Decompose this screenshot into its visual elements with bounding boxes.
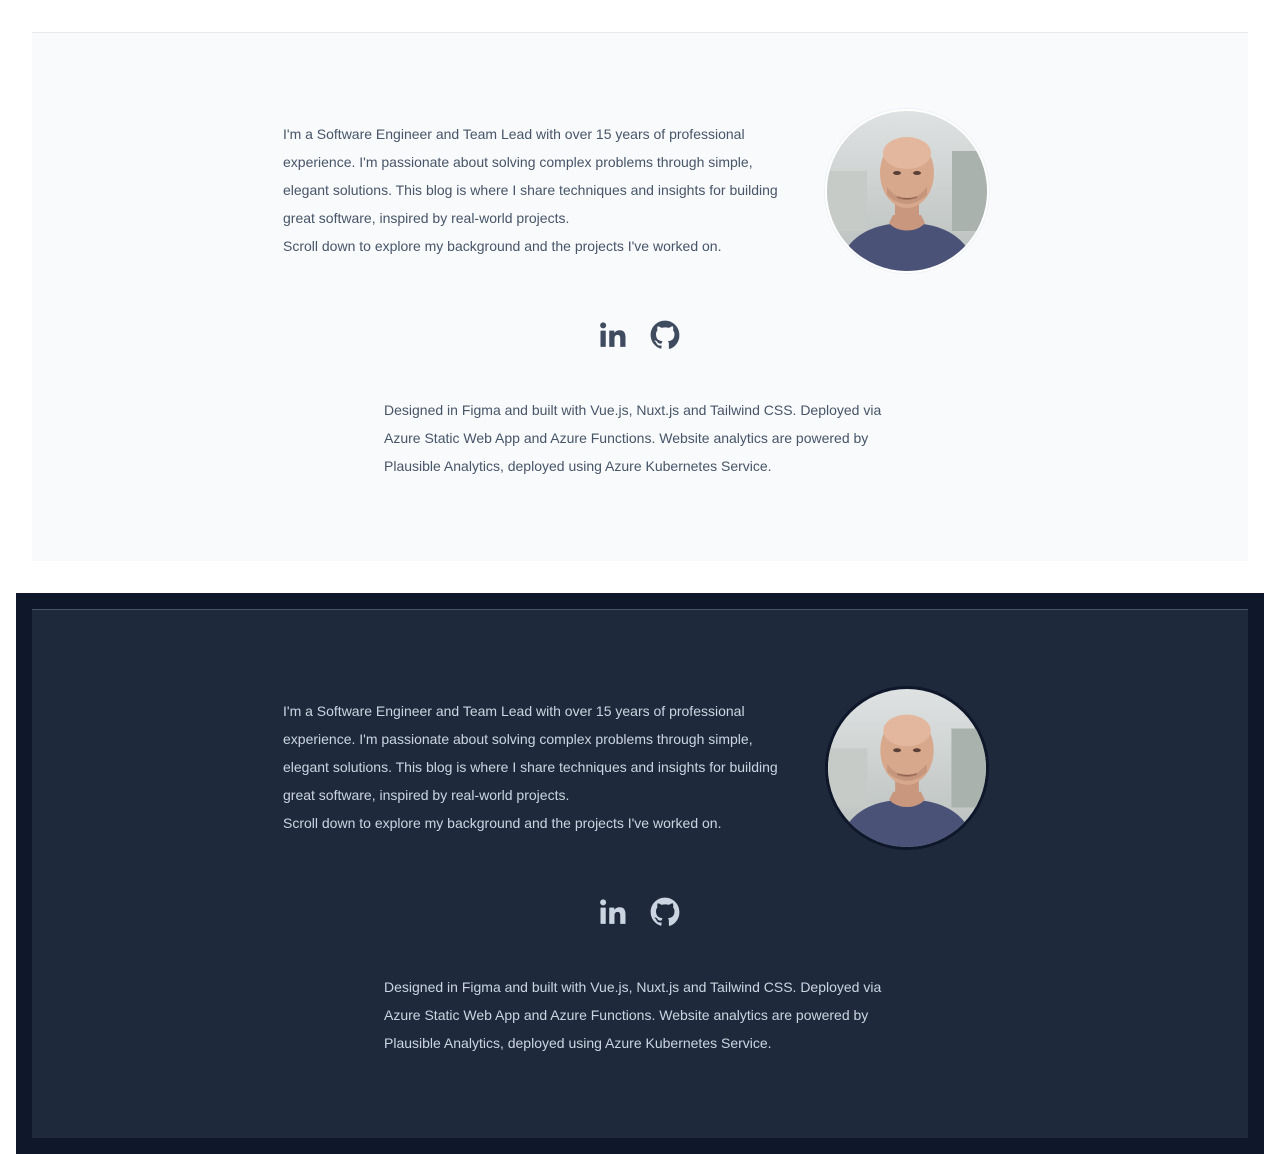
linkedin-icon <box>600 899 626 924</box>
social-links <box>598 895 680 929</box>
avatar-photo <box>828 689 986 847</box>
bio-paragraph: I'm a Software Engineer and Team Lead wi… <box>283 703 778 803</box>
bio-scroll-hint: Scroll down to explore my background and… <box>283 238 722 254</box>
social-links <box>598 318 680 352</box>
github-icon <box>650 320 680 349</box>
linkedin-link[interactable] <box>598 897 628 927</box>
bio-scroll-hint: Scroll down to explore my background and… <box>283 815 722 831</box>
linkedin-link[interactable] <box>598 320 628 350</box>
footer-light: I'm a Software Engineer and Team Lead wi… <box>32 32 1248 561</box>
avatar <box>825 109 989 273</box>
footer-dark: I'm a Software Engineer and Team Lead wi… <box>32 609 1248 1138</box>
avatar-photo <box>827 111 987 271</box>
avatar <box>825 686 989 850</box>
dark-theme-frame: I'm a Software Engineer and Team Lead wi… <box>16 593 1264 1154</box>
site-credits: Designed in Figma and built with Vue.js,… <box>384 979 882 1051</box>
bio-paragraph: I'm a Software Engineer and Team Lead wi… <box>283 126 778 226</box>
github-icon <box>650 897 680 926</box>
github-link[interactable] <box>650 320 680 350</box>
bio-text: I'm a Software Engineer and Team Lead wi… <box>283 697 788 837</box>
bio-text: I'm a Software Engineer and Team Lead wi… <box>283 120 788 260</box>
github-link[interactable] <box>650 897 680 927</box>
site-credits: Designed in Figma and built with Vue.js,… <box>384 402 882 474</box>
linkedin-icon <box>600 322 626 347</box>
